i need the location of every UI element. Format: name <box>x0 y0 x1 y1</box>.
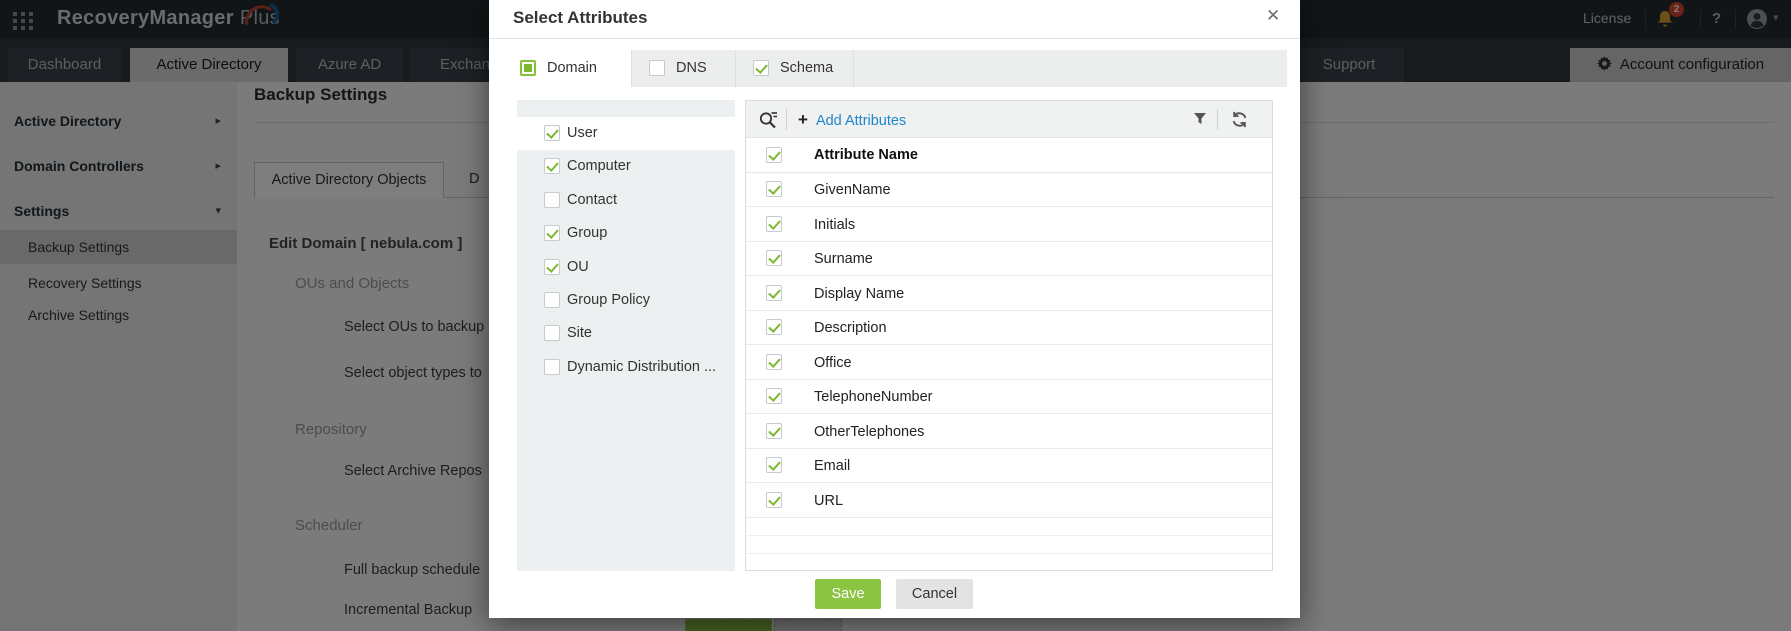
attribute-row-display-name[interactable]: Display Name <box>746 277 1272 311</box>
attribute-row-email[interactable]: Email <box>746 449 1272 483</box>
attribute-row-office[interactable]: Office <box>746 346 1272 380</box>
attribute-checkbox[interactable] <box>766 181 782 197</box>
object-type-label: OU <box>567 251 589 284</box>
object-type-label: Contact <box>567 184 617 217</box>
attribute-label: Display Name <box>814 277 904 311</box>
plus-icon: + <box>798 110 808 129</box>
attribute-row-url[interactable]: URL <box>746 484 1272 518</box>
attributes-toolbar: + Add Attributes <box>746 101 1272 138</box>
attribute-checkbox[interactable] <box>766 250 782 266</box>
domain-checkbox[interactable] <box>520 60 536 76</box>
tab-schema[interactable]: Schema <box>736 50 854 87</box>
object-type-computer[interactable]: Computer <box>517 150 735 183</box>
tab-label: DNS <box>676 50 707 87</box>
ou-checkbox[interactable] <box>544 259 560 275</box>
attributes-header-row: Attribute Name <box>746 138 1272 173</box>
attribute-checkbox[interactable] <box>766 285 782 301</box>
attribute-label: Description <box>814 311 887 345</box>
dynamic-distribution-checkbox[interactable] <box>544 359 560 375</box>
group-policy-checkbox[interactable] <box>544 292 560 308</box>
attribute-row-initials[interactable]: Initials <box>746 208 1272 242</box>
object-type-list: User Computer Contact Group OU Group Pol… <box>517 100 735 571</box>
select-attributes-dialog: Select Attributes ✕ Domain DNS Schema Us… <box>489 0 1300 618</box>
add-attributes-label: Add Attributes <box>816 113 906 129</box>
attribute-checkbox[interactable] <box>766 492 782 508</box>
attribute-label: Office <box>814 346 852 380</box>
attribute-checkbox[interactable] <box>766 216 782 232</box>
attribute-checkbox[interactable] <box>766 457 782 473</box>
attribute-checkbox[interactable] <box>766 388 782 404</box>
empty-row <box>746 536 1272 554</box>
app-window: RecoveryManagerPlus License 2 ? <box>0 0 1791 631</box>
site-checkbox[interactable] <box>544 325 560 341</box>
attribute-label: OtherTelephones <box>814 415 924 449</box>
object-type-label: Dynamic Distribution ... <box>567 351 716 384</box>
filter-icon[interactable] <box>1193 112 1207 131</box>
object-type-label: User <box>567 117 598 150</box>
contact-checkbox[interactable] <box>544 192 560 208</box>
object-type-group-policy[interactable]: Group Policy <box>517 284 735 317</box>
object-type-label: Site <box>567 317 592 350</box>
object-type-label: Group <box>567 217 607 250</box>
object-type-site[interactable]: Site <box>517 317 735 350</box>
attributes-panel: +Add Attributes Attribute Nam <box>745 100 1273 571</box>
refresh-icon[interactable] <box>1231 111 1248 133</box>
tab-domain[interactable]: Domain <box>503 50 632 87</box>
attribute-row-description[interactable]: Description <box>746 311 1272 345</box>
dns-checkbox[interactable] <box>649 60 665 76</box>
object-type-ou[interactable]: OU <box>517 251 735 284</box>
attribute-label: GivenName <box>814 173 891 207</box>
attribute-label: Surname <box>814 242 873 276</box>
dialog-header-divider <box>489 38 1300 39</box>
object-type-user[interactable]: User <box>517 117 735 150</box>
attributes-header-label: Attribute Name <box>814 138 918 173</box>
dialog-tab-bar: Domain DNS Schema <box>503 50 1287 87</box>
schema-checkbox[interactable] <box>753 60 769 76</box>
tab-dns[interactable]: DNS <box>632 50 736 87</box>
attribute-checkbox[interactable] <box>766 319 782 335</box>
attribute-label: URL <box>814 484 843 518</box>
attribute-checkbox[interactable] <box>766 354 782 370</box>
dialog-title: Select Attributes <box>513 8 647 28</box>
add-attributes-button[interactable]: + Add Attributes <box>798 101 906 140</box>
tab-label: Domain <box>547 50 597 87</box>
toolbar-divider <box>1217 109 1218 130</box>
group-checkbox[interactable] <box>544 225 560 241</box>
toolbar-divider <box>786 109 787 130</box>
attribute-label: Email <box>814 449 850 483</box>
object-type-group[interactable]: Group <box>517 217 735 250</box>
attribute-label: TelephoneNumber <box>814 380 933 414</box>
close-icon[interactable]: ✕ <box>1266 6 1280 26</box>
attribute-label: Initials <box>814 208 855 242</box>
attribute-checkbox[interactable] <box>766 423 782 439</box>
object-type-label: Computer <box>567 150 631 183</box>
user-checkbox[interactable] <box>544 125 560 141</box>
attribute-row-givenname[interactable]: GivenName <box>746 173 1272 207</box>
cancel-button[interactable]: Cancel <box>896 579 973 609</box>
computer-checkbox[interactable] <box>544 158 560 174</box>
object-type-dynamic-distribution[interactable]: Dynamic Distribution ... <box>517 351 735 384</box>
attribute-row-surname[interactable]: Surname <box>746 242 1272 276</box>
attribute-row-othertelephones[interactable]: OtherTelephones <box>746 415 1272 449</box>
save-button[interactable]: Save <box>815 579 881 609</box>
object-type-label: Group Policy <box>567 284 650 317</box>
tab-label: Schema <box>780 50 833 87</box>
object-type-contact[interactable]: Contact <box>517 184 735 217</box>
empty-row <box>746 518 1272 536</box>
attribute-row-telephonenumber[interactable]: TelephoneNumber <box>746 380 1272 414</box>
search-icon[interactable] <box>758 109 779 135</box>
select-all-attributes-checkbox[interactable] <box>766 147 782 163</box>
